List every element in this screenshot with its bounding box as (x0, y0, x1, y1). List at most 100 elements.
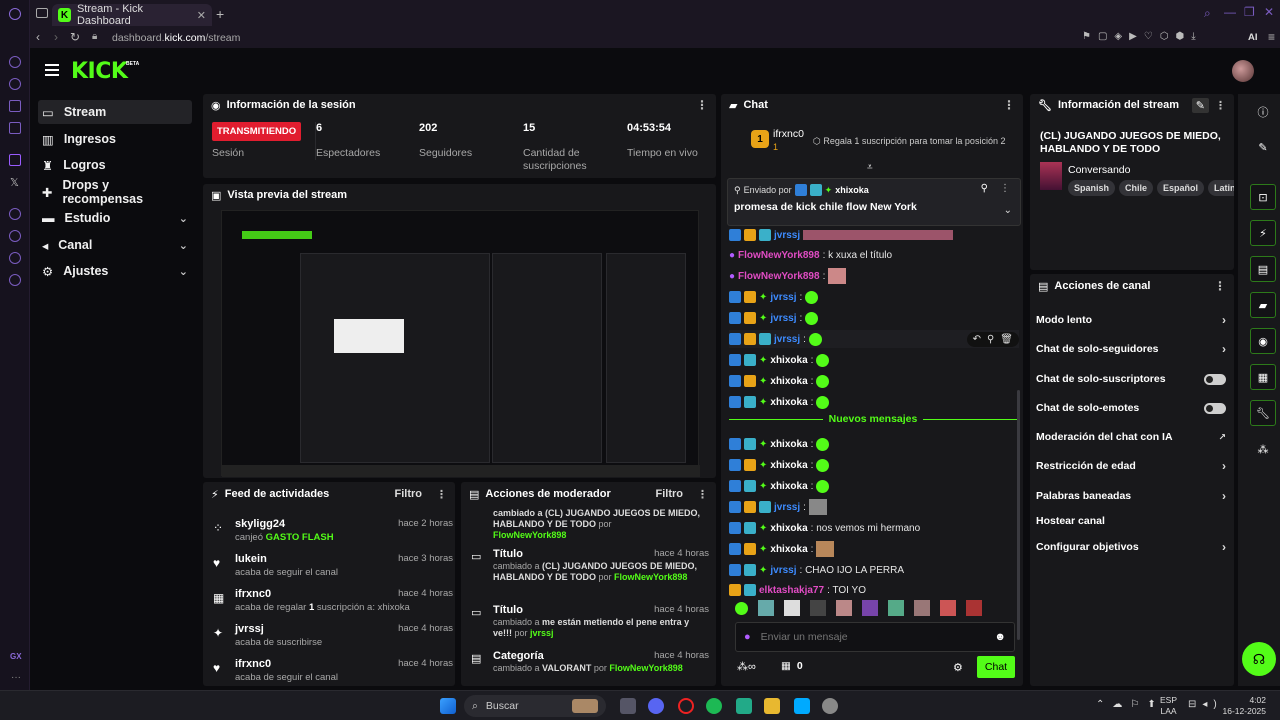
stream-preview-video[interactable] (221, 210, 700, 477)
chat-username[interactable]: xhixoka (770, 460, 807, 471)
ai-button[interactable]: AI (1248, 32, 1258, 43)
pencil-icon[interactable]: ✎ (1250, 134, 1276, 160)
support-headset-icon[interactable]: ☊ (1242, 642, 1276, 676)
reply-icon[interactable]: ↶ (973, 334, 981, 345)
emoji-picker-icon[interactable]: ☻ (994, 631, 1006, 643)
tab-kick-dashboard[interactable]: K Stream - Kick Dashboard ✕ (52, 3, 212, 27)
sidebar-item-logros[interactable]: ♜ Logros (38, 153, 192, 177)
language-indicator[interactable]: ESP LAA (1160, 695, 1177, 717)
action-age-restriction[interactable]: Restricción de edad › (1036, 455, 1226, 477)
chat-username[interactable]: jvrssj (774, 334, 800, 345)
chat-username[interactable]: xhixoka (770, 439, 807, 450)
scroll-down-icon[interactable]: ⩡ (867, 162, 873, 173)
network-volume-icons[interactable]: ⊟◂) (1188, 699, 1223, 710)
twitch-icon[interactable] (9, 154, 21, 166)
toolbar-icons[interactable]: ⚑▢◈▶♡⬡⬢⤓ (1082, 31, 1203, 42)
action-followers-only[interactable]: Chat de solo-seguidores › (1036, 338, 1226, 360)
minimize-icon[interactable]: — (1224, 5, 1236, 19)
user-avatar[interactable] (1232, 60, 1254, 82)
action-host-channel[interactable]: Hostear canal (1036, 510, 1226, 532)
task-view-icon[interactable] (620, 698, 636, 714)
emotes-only-toggle[interactable] (1204, 402, 1226, 414)
spotify-icon[interactable] (706, 698, 722, 714)
windows-start-icon[interactable] (440, 698, 456, 714)
emote-thumb[interactable] (966, 600, 982, 616)
chat-username[interactable]: FlowNewYork898 (738, 271, 820, 282)
new-tab-icon[interactable]: + (216, 6, 224, 22)
actions-icon[interactable]: ▦ (1250, 364, 1276, 390)
kick-emote-icon[interactable] (735, 601, 748, 615)
rail-icon-2[interactable] (9, 78, 21, 90)
pin-icon[interactable]: ⚲ (987, 334, 994, 345)
chat-username[interactable]: jvrssj (774, 502, 800, 513)
emote-thumb[interactable] (914, 600, 930, 616)
mod-user[interactable]: FlowNewYork898 (493, 530, 566, 540)
clock[interactable]: 4:02 16-12-2025 (1222, 695, 1266, 717)
clip-icon[interactable]: ⊡ (1250, 184, 1276, 210)
chat-username[interactable]: xhixoka (770, 397, 807, 408)
mod-user[interactable]: jvrssj (530, 628, 554, 638)
taskbar-search[interactable]: ⌕ Buscar (464, 695, 606, 717)
feed-user[interactable]: skyligg24 (235, 518, 285, 530)
more-options-icon[interactable]: ⋮ (696, 98, 708, 112)
kick-logo[interactable]: KICK (71, 59, 128, 84)
edit-pencil-icon[interactable]: ✎ (1191, 97, 1209, 113)
gift-prompt[interactable]: ⬡ Regala 1 suscripción para tomar la pos… (813, 136, 1005, 147)
feed-user[interactable]: jvrssj (235, 623, 264, 635)
delete-icon[interactable]: 🗑︎ (1000, 334, 1013, 345)
sidebar-item-ingresos[interactable]: ▥ Ingresos (38, 127, 192, 151)
chat-username[interactable]: FlowNewYork898 (738, 250, 820, 261)
x-icon[interactable]: 𝕏 (10, 176, 22, 189)
sidebar-item-estudio[interactable]: ▬ Estudio ⌄ (38, 206, 192, 230)
emote-thumb[interactable] (784, 600, 800, 616)
filter-button[interactable]: Filtro (656, 488, 684, 500)
pinned-user[interactable]: xhixoka (835, 185, 869, 195)
chat-settings-icon[interactable]: ⚙ (953, 661, 963, 674)
hamburger-menu-icon[interactable] (45, 64, 59, 76)
search-tabs-icon[interactable]: ⌕ (1204, 6, 1211, 21)
kick-points-icon[interactable]: ⁂∞ (737, 660, 756, 673)
points-display[interactable]: ▦ 0 (781, 660, 803, 672)
opera-gx-icon[interactable] (678, 698, 694, 714)
chat-username[interactable]: jvrssj (770, 313, 796, 324)
close-tab-icon[interactable]: ✕ (197, 9, 206, 22)
rail-icon-5[interactable] (9, 208, 21, 220)
chat-username[interactable]: jvrssj (774, 230, 800, 241)
maximize-icon[interactable]: ❐ (1244, 5, 1255, 19)
url-field[interactable]: dashboard.kick.com/stream (112, 32, 240, 44)
more-options-icon[interactable]: ⋮ (436, 488, 447, 501)
action-slow-mode[interactable]: Modo lento › (1036, 309, 1226, 331)
unpin-icon[interactable]: ⚲ (981, 183, 988, 194)
sidebar-item-drops[interactable]: ✚ Drops y recompensas (38, 178, 192, 206)
feed-user[interactable]: lukein (235, 553, 267, 565)
app-icon[interactable] (736, 698, 752, 714)
mod-user[interactable]: FlowNewYork898 (609, 663, 682, 673)
emote-thumb[interactable] (862, 600, 878, 616)
tag[interactable]: Latino (1208, 180, 1234, 196)
more-icon[interactable]: ··· (11, 672, 21, 683)
chat-username[interactable]: jvrssj (770, 565, 796, 576)
wrench-icon[interactable]: 🔧︎ (1250, 400, 1276, 426)
emote-thumb[interactable] (758, 600, 774, 616)
chat-scrollbar[interactable] (1017, 390, 1020, 640)
action-banned-words[interactable]: Palabras baneadas › (1036, 485, 1226, 507)
workspaces-icon[interactable] (36, 8, 48, 18)
broadcast-icon[interactable]: ◉ (1250, 328, 1276, 354)
chat-username[interactable]: xhixoka (770, 544, 807, 555)
chat-username[interactable]: xhixoka (770, 355, 807, 366)
forward-icon[interactable]: › (54, 30, 58, 44)
chat-username[interactable]: xhixoka (770, 523, 807, 534)
mod-user[interactable]: FlowNewYork898 (614, 572, 687, 582)
rail-icon-1[interactable] (9, 56, 21, 68)
feed-user[interactable]: ifrxnc0 (235, 658, 271, 670)
tag[interactable]: Español (1157, 180, 1205, 196)
filter-button[interactable]: Filtro (395, 488, 423, 500)
expand-icon[interactable]: ⌄ (1004, 205, 1012, 216)
feed-user[interactable]: ifrxnc0 (235, 588, 271, 600)
category-name[interactable]: Conversando (1068, 164, 1130, 176)
discord-icon[interactable] (648, 698, 664, 714)
back-icon[interactable]: ‹ (36, 30, 40, 44)
more-options-icon[interactable]: ⋮ (1215, 99, 1226, 112)
sidebar-item-canal[interactable]: ◂ Canal ⌄ (38, 233, 192, 257)
history-icon[interactable] (9, 230, 21, 242)
